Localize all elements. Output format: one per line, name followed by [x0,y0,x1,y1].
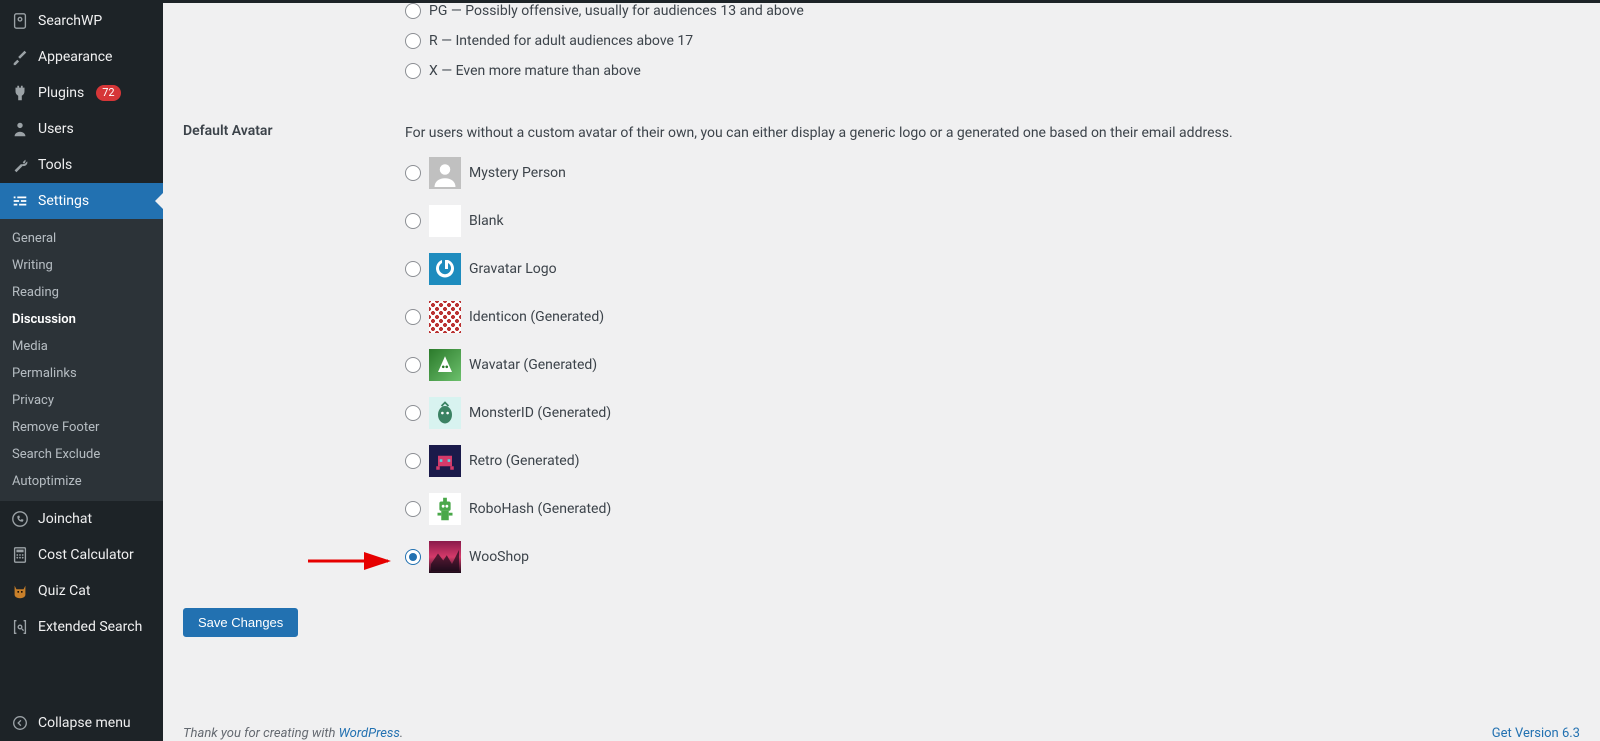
avatar-option-wooshop[interactable]: WooShop [405,540,1580,574]
submenu-item-autoptimize[interactable]: Autoptimize [0,468,163,495]
version-link[interactable]: Get Version 6.3 [1492,726,1580,741]
submenu-item-remove-footer[interactable]: Remove Footer [0,414,163,441]
main-content: PG — Possibly offensive, usually for aud… [163,3,1600,741]
avatar-label: Identicon (Generated) [469,309,604,325]
avatar-preview-blank [429,205,461,237]
avatar-radio-blank[interactable] [405,213,421,229]
plugins-badge: 72 [96,85,120,101]
avatar-preview-identicon [429,301,461,333]
user-icon [10,119,30,139]
footer-thank-you: Thank you for creating with WordPress. [183,726,403,741]
avatar-option-wavatar[interactable]: Wavatar (Generated) [405,348,1580,382]
avatar-option-retro[interactable]: Retro (Generated) [405,444,1580,478]
avatar-label: Blank [469,213,504,229]
cat-icon [10,581,30,601]
collapse-label: Collapse menu [38,715,131,731]
wordpress-link[interactable]: WordPress [339,726,400,741]
menu-label: Extended Search [38,619,142,635]
save-changes-button[interactable]: Save Changes [183,608,298,637]
submenu-item-discussion[interactable]: Discussion [0,306,163,333]
rating-option-x[interactable]: X — Even more mature than above [405,63,1580,79]
avatar-label: MonsterID (Generated) [469,405,611,421]
menu-label: Joinchat [38,511,92,527]
rating-option-r[interactable]: R — Intended for adult audiences above 1… [405,33,1580,49]
menu-label: Tools [38,157,72,173]
sidebar-item-joinchat[interactable]: Joinchat [0,501,163,537]
avatar-radio-wooshop[interactable] [405,549,421,565]
avatar-option-blank[interactable]: Blank [405,204,1580,238]
avatar-label: Retro (Generated) [469,453,579,469]
avatar-option-mystery[interactable]: Mystery Person [405,156,1580,190]
collapse-icon [10,713,30,733]
avatar-radio-robohash[interactable] [405,501,421,517]
avatar-preview-retro [429,445,461,477]
sidebar-item-cost-calculator[interactable]: Cost Calculator [0,537,163,573]
menu-label: Quiz Cat [38,583,90,599]
whatsapp-icon [10,509,30,529]
avatar-preview-robohash [429,493,461,525]
sidebar-item-quiz-cat[interactable]: Quiz Cat [0,573,163,609]
sidebar-item-searchwp[interactable]: SearchWP [0,3,163,39]
menu-label: Cost Calculator [38,547,134,563]
searchwp-icon [10,11,30,31]
rating-label: X — Even more mature than above [429,63,641,79]
rating-label: PG — Possibly offensive, usually for aud… [429,3,804,19]
avatar-radio-monsterid[interactable] [405,405,421,421]
avatar-preview-wooshop [429,541,461,573]
avatar-preview-monsterid [429,397,461,429]
menu-label: Plugins [38,85,84,101]
avatar-label: WooShop [469,549,529,565]
avatar-label: Gravatar Logo [469,261,557,277]
avatar-option-robohash[interactable]: RoboHash (Generated) [405,492,1580,526]
sidebar-item-extended-search[interactable]: Extended Search [0,609,163,645]
avatar-radio-wavatar[interactable] [405,357,421,373]
brackets-icon [10,617,30,637]
avatar-radio-retro[interactable] [405,453,421,469]
rating-option-pg[interactable]: PG — Possibly offensive, usually for aud… [405,3,1580,19]
rating-radio-pg[interactable] [405,3,421,19]
sidebar-item-users[interactable]: Users [0,111,163,147]
avatar-option-monsterid[interactable]: MonsterID (Generated) [405,396,1580,430]
avatar-label: Wavatar (Generated) [469,357,597,373]
submenu-item-privacy[interactable]: Privacy [0,387,163,414]
avatar-option-gravatar[interactable]: Gravatar Logo [405,252,1580,286]
menu-label: SearchWP [38,13,102,29]
menu-label: Users [38,121,74,137]
collapse-menu-button[interactable]: Collapse menu [0,705,163,741]
rating-radio-x[interactable] [405,63,421,79]
submenu-item-media[interactable]: Media [0,333,163,360]
submenu-item-general[interactable]: General [0,225,163,252]
submenu-item-permalinks[interactable]: Permalinks [0,360,163,387]
settings-submenu: General Writing Reading Discussion Media… [0,219,163,501]
menu-label: Appearance [38,49,112,65]
submenu-item-reading[interactable]: Reading [0,279,163,306]
avatar-label: RoboHash (Generated) [469,501,611,517]
sidebar-item-appearance[interactable]: Appearance [0,39,163,75]
avatar-label: Mystery Person [469,165,566,181]
avatar-preview-wavatar [429,349,461,381]
sliders-icon [10,191,30,211]
sidebar-item-plugins[interactable]: Plugins 72 [0,75,163,111]
default-avatar-heading: Default Avatar [183,123,405,588]
footer-version: Get Version 6.3 [1492,726,1580,741]
submenu-item-writing[interactable]: Writing [0,252,163,279]
plug-icon [10,83,30,103]
avatar-preview-gravatar [429,253,461,285]
menu-label: Settings [38,193,89,209]
avatar-option-identicon[interactable]: Identicon (Generated) [405,300,1580,334]
default-avatar-description: For users without a custom avatar of the… [405,123,1580,144]
rating-label: R — Intended for adult audiences above 1… [429,33,693,49]
brush-icon [10,47,30,67]
avatar-radio-mystery[interactable] [405,165,421,181]
sidebar-item-tools[interactable]: Tools [0,147,163,183]
calculator-icon [10,545,30,565]
submenu-item-search-exclude[interactable]: Search Exclude [0,441,163,468]
avatar-radio-gravatar[interactable] [405,261,421,277]
avatar-radio-identicon[interactable] [405,309,421,325]
sidebar-item-settings[interactable]: Settings [0,183,163,219]
wrench-icon [10,155,30,175]
admin-sidebar: SearchWP Appearance Plugins 72 Users T [0,3,163,741]
avatar-preview-mystery [429,157,461,189]
rating-radio-r[interactable] [405,33,421,49]
